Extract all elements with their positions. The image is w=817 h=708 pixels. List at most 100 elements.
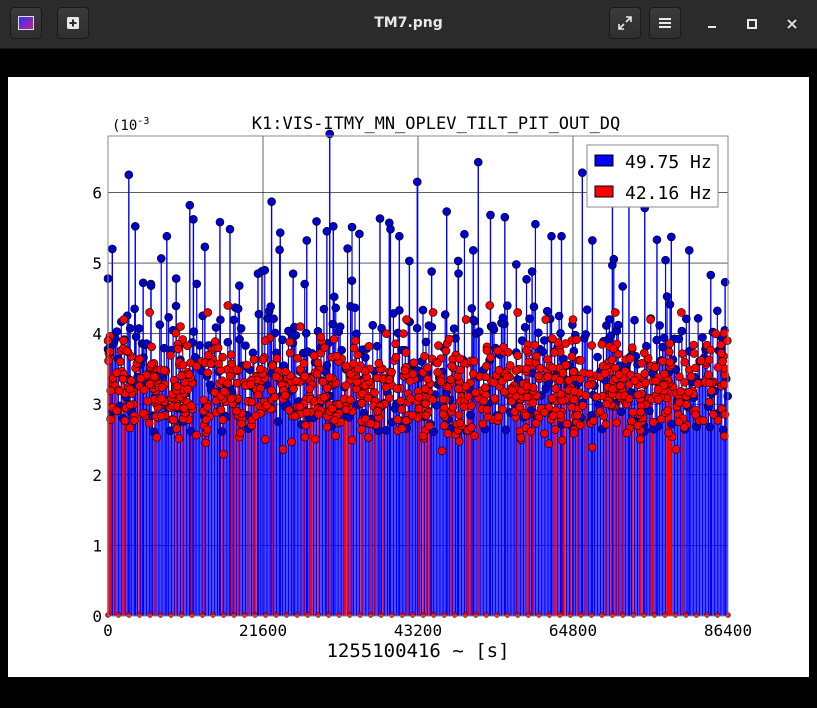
marker-42-16 bbox=[253, 390, 263, 400]
marker-42-16 bbox=[556, 389, 566, 399]
marker-42-16 bbox=[232, 378, 242, 388]
marker-42-16 bbox=[246, 380, 256, 389]
marker-42-16 bbox=[693, 612, 700, 618]
fullscreen-button[interactable] bbox=[609, 7, 641, 39]
marker-42-16 bbox=[125, 400, 135, 410]
marker-42-16 bbox=[227, 350, 236, 360]
marker-42-16 bbox=[711, 329, 721, 338]
marker-49-75 bbox=[630, 315, 639, 325]
marker-49-75 bbox=[454, 269, 463, 278]
marker-49-75 bbox=[616, 407, 626, 416]
marker-49-75 bbox=[134, 324, 144, 333]
marker-42-16 bbox=[665, 339, 675, 348]
marker-49-75 bbox=[582, 305, 592, 314]
marker-42-16 bbox=[214, 359, 223, 369]
marker-42-16 bbox=[281, 367, 290, 376]
marker-42-16 bbox=[382, 329, 391, 338]
marker-49-75 bbox=[520, 322, 530, 332]
marker-49-75 bbox=[512, 260, 521, 269]
marker-42-16 bbox=[315, 612, 321, 618]
marker-42-16 bbox=[447, 361, 456, 371]
marker-42-16 bbox=[232, 365, 242, 374]
marker-42-16 bbox=[150, 372, 159, 381]
marker-49-75 bbox=[235, 335, 244, 344]
marker-42-16 bbox=[287, 437, 296, 447]
marker-42-16 bbox=[414, 404, 424, 413]
marker-42-16 bbox=[271, 372, 281, 381]
marker-49-75 bbox=[288, 269, 298, 278]
marker-42-16 bbox=[664, 428, 673, 438]
marker-42-16 bbox=[262, 612, 269, 618]
marker-42-16 bbox=[183, 341, 192, 350]
marker-42-16 bbox=[535, 364, 545, 373]
marker-42-16 bbox=[483, 412, 493, 422]
marker-42-16 bbox=[249, 355, 259, 364]
marker-49-75 bbox=[489, 325, 499, 334]
marker-42-16 bbox=[278, 445, 288, 454]
marker-49-75 bbox=[164, 313, 173, 322]
marker-42-16 bbox=[678, 349, 687, 359]
marker-42-16 bbox=[372, 373, 382, 383]
marker-42-16 bbox=[677, 308, 686, 317]
marker-42-16 bbox=[482, 405, 492, 414]
marker-49-75 bbox=[236, 324, 246, 333]
marker-42-16 bbox=[682, 400, 691, 409]
marker-42-16 bbox=[428, 308, 438, 317]
menu-button[interactable] bbox=[649, 7, 681, 39]
marker-42-16 bbox=[145, 308, 154, 317]
marker-42-16 bbox=[316, 332, 326, 342]
marker-42-16 bbox=[192, 430, 201, 440]
marker-42-16 bbox=[223, 301, 233, 310]
chart-title: K1:VIS-ITMY_MN_OPLEV_TILT_PIT_OUT_DQ bbox=[252, 114, 620, 134]
marker-42-16 bbox=[147, 359, 156, 369]
marker-49-75 bbox=[171, 301, 181, 311]
x-tick-label: 86400 bbox=[704, 621, 752, 640]
marker-42-16 bbox=[515, 612, 521, 618]
legend-swatch-42-16 bbox=[594, 185, 614, 198]
marker-42-16 bbox=[561, 339, 570, 348]
marker-49-75 bbox=[156, 254, 166, 263]
marker-42-16 bbox=[622, 428, 632, 438]
marker-49-75 bbox=[547, 231, 556, 241]
marker-42-16 bbox=[178, 360, 188, 370]
marker-42-16 bbox=[210, 612, 216, 618]
marker-42-16 bbox=[311, 434, 320, 444]
marker-42-16 bbox=[431, 612, 437, 618]
marker-42-16 bbox=[508, 386, 517, 395]
marker-42-16 bbox=[633, 421, 643, 430]
marker-42-16 bbox=[575, 420, 585, 430]
marker-42-16 bbox=[719, 328, 729, 338]
marker-42-16 bbox=[454, 410, 464, 420]
close-button[interactable] bbox=[781, 13, 803, 35]
marker-42-16 bbox=[463, 392, 473, 401]
marker-42-16 bbox=[136, 612, 143, 618]
marker-42-16 bbox=[481, 383, 490, 392]
marker-42-16 bbox=[347, 435, 357, 445]
minimize-button[interactable] bbox=[701, 13, 723, 35]
marker-42-16 bbox=[247, 397, 257, 407]
marker-49-75 bbox=[189, 327, 199, 336]
x-tick-label: 64800 bbox=[549, 621, 597, 640]
marker-42-16 bbox=[428, 395, 438, 405]
marker-49-75 bbox=[405, 256, 414, 266]
marker-42-16 bbox=[540, 407, 549, 417]
marker-42-16 bbox=[524, 357, 533, 367]
marker-42-16 bbox=[289, 384, 298, 394]
marker-49-75 bbox=[449, 324, 459, 333]
maximize-button[interactable] bbox=[741, 13, 763, 35]
marker-42-16 bbox=[620, 612, 626, 618]
marker-42-16 bbox=[548, 363, 557, 372]
marker-49-75 bbox=[368, 320, 378, 330]
marker-42-16 bbox=[691, 410, 700, 419]
marker-42-16 bbox=[281, 390, 290, 400]
marker-42-16 bbox=[393, 415, 402, 424]
marker-42-16 bbox=[300, 432, 310, 442]
marker-42-16 bbox=[219, 449, 228, 459]
marker-42-16 bbox=[112, 406, 122, 416]
marker-42-16 bbox=[462, 612, 469, 618]
marker-42-16 bbox=[469, 356, 479, 366]
marker-42-16 bbox=[482, 346, 492, 355]
marker-42-16 bbox=[268, 361, 277, 371]
marker-42-16 bbox=[140, 385, 149, 395]
marker-49-75 bbox=[275, 245, 284, 255]
